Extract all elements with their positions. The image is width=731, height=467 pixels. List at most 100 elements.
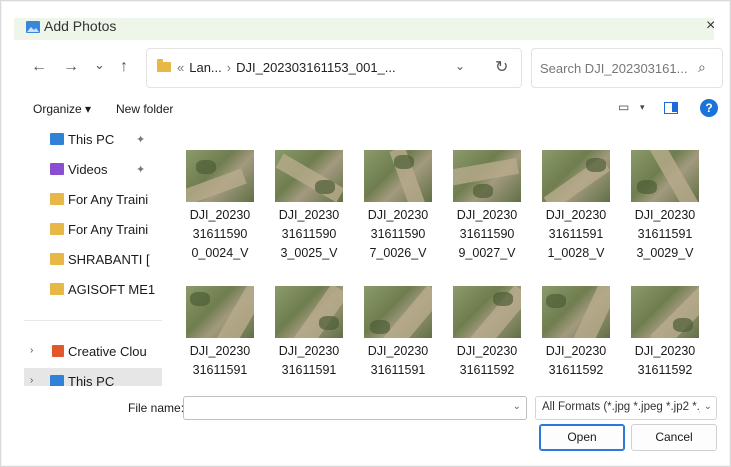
photo-thumbnail (364, 150, 432, 202)
pc-icon (50, 375, 64, 386)
help-icon[interactable]: ? (700, 99, 718, 117)
sidebar-item-folder[interactable]: For Any Traini (24, 186, 162, 214)
pin-icon[interactable]: ✦ (136, 133, 145, 146)
folder-icon (50, 253, 64, 265)
file-name-line: DJI_20230 (189, 344, 251, 358)
breadcrumb: « Lan... › DJI_202303161153_001_... (177, 60, 396, 75)
forward-arrow-icon[interactable]: → (63, 58, 79, 76)
file-name-line: 0_0024_V (191, 246, 249, 260)
photo-thumbnail (453, 286, 521, 338)
file-name-line: 31611591 (281, 363, 337, 377)
search-box[interactable]: Search DJI_202303161... ⌕ (531, 48, 723, 88)
file-grid: DJI_20230 31611590 0_0024_V DJI_20230 31… (180, 140, 725, 386)
file-type-select[interactable]: All Formats (*.jpg *.jpeg *.jp2 *.j ⌄ (535, 396, 717, 420)
file-name-line: DJI_20230 (456, 208, 518, 222)
file-tile[interactable]: DJI_20230 31611591 (358, 276, 438, 386)
file-tile[interactable]: DJI_20230 31611590 9_0027_V (447, 140, 527, 270)
chevron-down-icon[interactable]: ▾ (640, 102, 645, 113)
sidebar-item-label: Creative Clou (68, 344, 147, 359)
breadcrumb-item[interactable]: Lan... (189, 60, 222, 75)
pin-icon[interactable]: ✦ (136, 163, 145, 176)
file-name: DJI_20230 31611592 (447, 342, 527, 380)
file-name-line: DJI_20230 (278, 208, 340, 222)
file-tile[interactable]: DJI_20230 31611590 7_0026_V (358, 140, 438, 270)
breadcrumb-separator: › (226, 60, 232, 75)
file-name-input[interactable]: ⌄ (183, 396, 527, 420)
file-tile[interactable]: DJI_20230 31611591 3_0029_V (625, 140, 705, 270)
file-tile[interactable]: DJI_20230 31611590 3_0025_V (269, 140, 349, 270)
sidebar-item-label: This PC (68, 374, 115, 386)
preview-pane-icon[interactable] (664, 102, 678, 114)
file-name: DJI_20230 31611590 3_0025_V (269, 206, 349, 263)
file-name-line: DJI_20230 (367, 208, 429, 222)
file-tile[interactable]: DJI_20230 31611592 (625, 276, 705, 386)
change-view-icon[interactable]: ▭ (618, 100, 629, 114)
sidebar-item-label: For Any Traini (68, 192, 149, 207)
photo-thumbnail (186, 286, 254, 338)
navigation-pane: This PC ✦ Videos ✦ For Any Traini For An… (24, 124, 162, 386)
photo-thumbnail (364, 286, 432, 338)
refresh-icon[interactable]: ↻ (495, 57, 508, 77)
search-icon[interactable]: ⌕ (698, 59, 706, 76)
back-arrow-icon[interactable]: ← (31, 58, 47, 76)
folder-icon (157, 59, 171, 72)
cancel-button[interactable]: Cancel (631, 424, 717, 451)
file-tile[interactable]: DJI_20230 31611592 (447, 276, 527, 386)
sidebar-item-label: SHRABANTI [ (68, 252, 150, 267)
sidebar-item-label: For Any Traini (68, 222, 149, 237)
file-tile[interactable]: DJI_20230 31611591 (180, 276, 260, 386)
divider (24, 320, 162, 321)
folder-icon (50, 193, 64, 205)
sidebar-item-this-pc[interactable]: This PC ✦ (24, 126, 162, 154)
chevron-down-icon[interactable]: ⌄ (513, 401, 521, 412)
sidebar-item-folder[interactable]: SHRABANTI [ (24, 246, 162, 274)
file-name-line: 1_0028_V (547, 246, 605, 260)
chevron-right-icon[interactable]: › (30, 375, 33, 386)
sidebar-item-label: AGISOFT ME1 (68, 282, 156, 297)
file-tile[interactable]: DJI_20230 31611591 (269, 276, 349, 386)
close-icon[interactable]: × (706, 17, 715, 35)
file-name: DJI_20230 31611590 9_0027_V (447, 206, 527, 263)
sidebar-item-folder[interactable]: For Any Traini (24, 216, 162, 244)
file-name-line: DJI_20230 (634, 344, 696, 358)
title-strip (14, 18, 714, 40)
command-bar: Organize ▾ New folder ▭ ▾ ? (0, 96, 731, 124)
file-name-line: DJI_20230 (367, 344, 429, 358)
chevron-down-icon[interactable]: ⌄ (704, 401, 712, 412)
photo-thumbnail (542, 150, 610, 202)
photos-app-icon (26, 21, 40, 33)
file-name-line: DJI_20230 (545, 208, 607, 222)
file-tile[interactable]: DJI_20230 31611590 0_0024_V (180, 140, 260, 270)
organize-button[interactable]: Organize ▾ (33, 102, 91, 116)
sidebar-item-folder[interactable]: AGISOFT ME1 (24, 276, 162, 304)
up-arrow-icon[interactable]: ↑ (120, 58, 128, 76)
file-name-line: DJI_20230 (545, 344, 607, 358)
file-name-line: 31611590 (370, 227, 426, 241)
file-tile[interactable]: DJI_20230 31611592 (536, 276, 616, 386)
file-name-line: DJI_20230 (278, 344, 340, 358)
open-button[interactable]: Open (539, 424, 625, 451)
file-name: DJI_20230 31611591 (180, 342, 260, 380)
window-title: Add Photos (44, 18, 117, 34)
sidebar-item-creative-cloud[interactable]: › Creative Clou (24, 338, 162, 366)
sidebar-item-videos[interactable]: Videos ✦ (24, 156, 162, 184)
sidebar-item-this-pc-selected[interactable]: › This PC (24, 368, 162, 386)
folder-icon (50, 223, 64, 235)
file-name-label: File name: (128, 401, 185, 415)
recent-locations-icon[interactable]: ⌄ (94, 57, 105, 73)
chevron-down-icon[interactable]: ⌄ (455, 59, 465, 73)
address-bar[interactable]: « Lan... › DJI_202303161153_001_... ⌄ ↻ (146, 48, 522, 88)
file-name-line: 3_0029_V (636, 246, 694, 260)
file-tile[interactable]: DJI_20230 31611591 1_0028_V (536, 140, 616, 270)
chevron-right-icon[interactable]: › (30, 345, 33, 356)
file-name-line: 31611592 (459, 363, 515, 377)
breadcrumb-item-current[interactable]: DJI_202303161153_001_... (236, 60, 396, 75)
breadcrumb-overflow[interactable]: « (177, 60, 184, 75)
file-name-line: 31611592 (637, 363, 693, 377)
file-name-line: 31611592 (548, 363, 604, 377)
videos-icon (50, 163, 64, 175)
file-name: DJI_20230 31611590 7_0026_V (358, 206, 438, 263)
sidebar-item-label: This PC (68, 132, 115, 147)
search-input[interactable]: Search DJI_202303161... (540, 61, 687, 76)
new-folder-button[interactable]: New folder (116, 102, 173, 116)
